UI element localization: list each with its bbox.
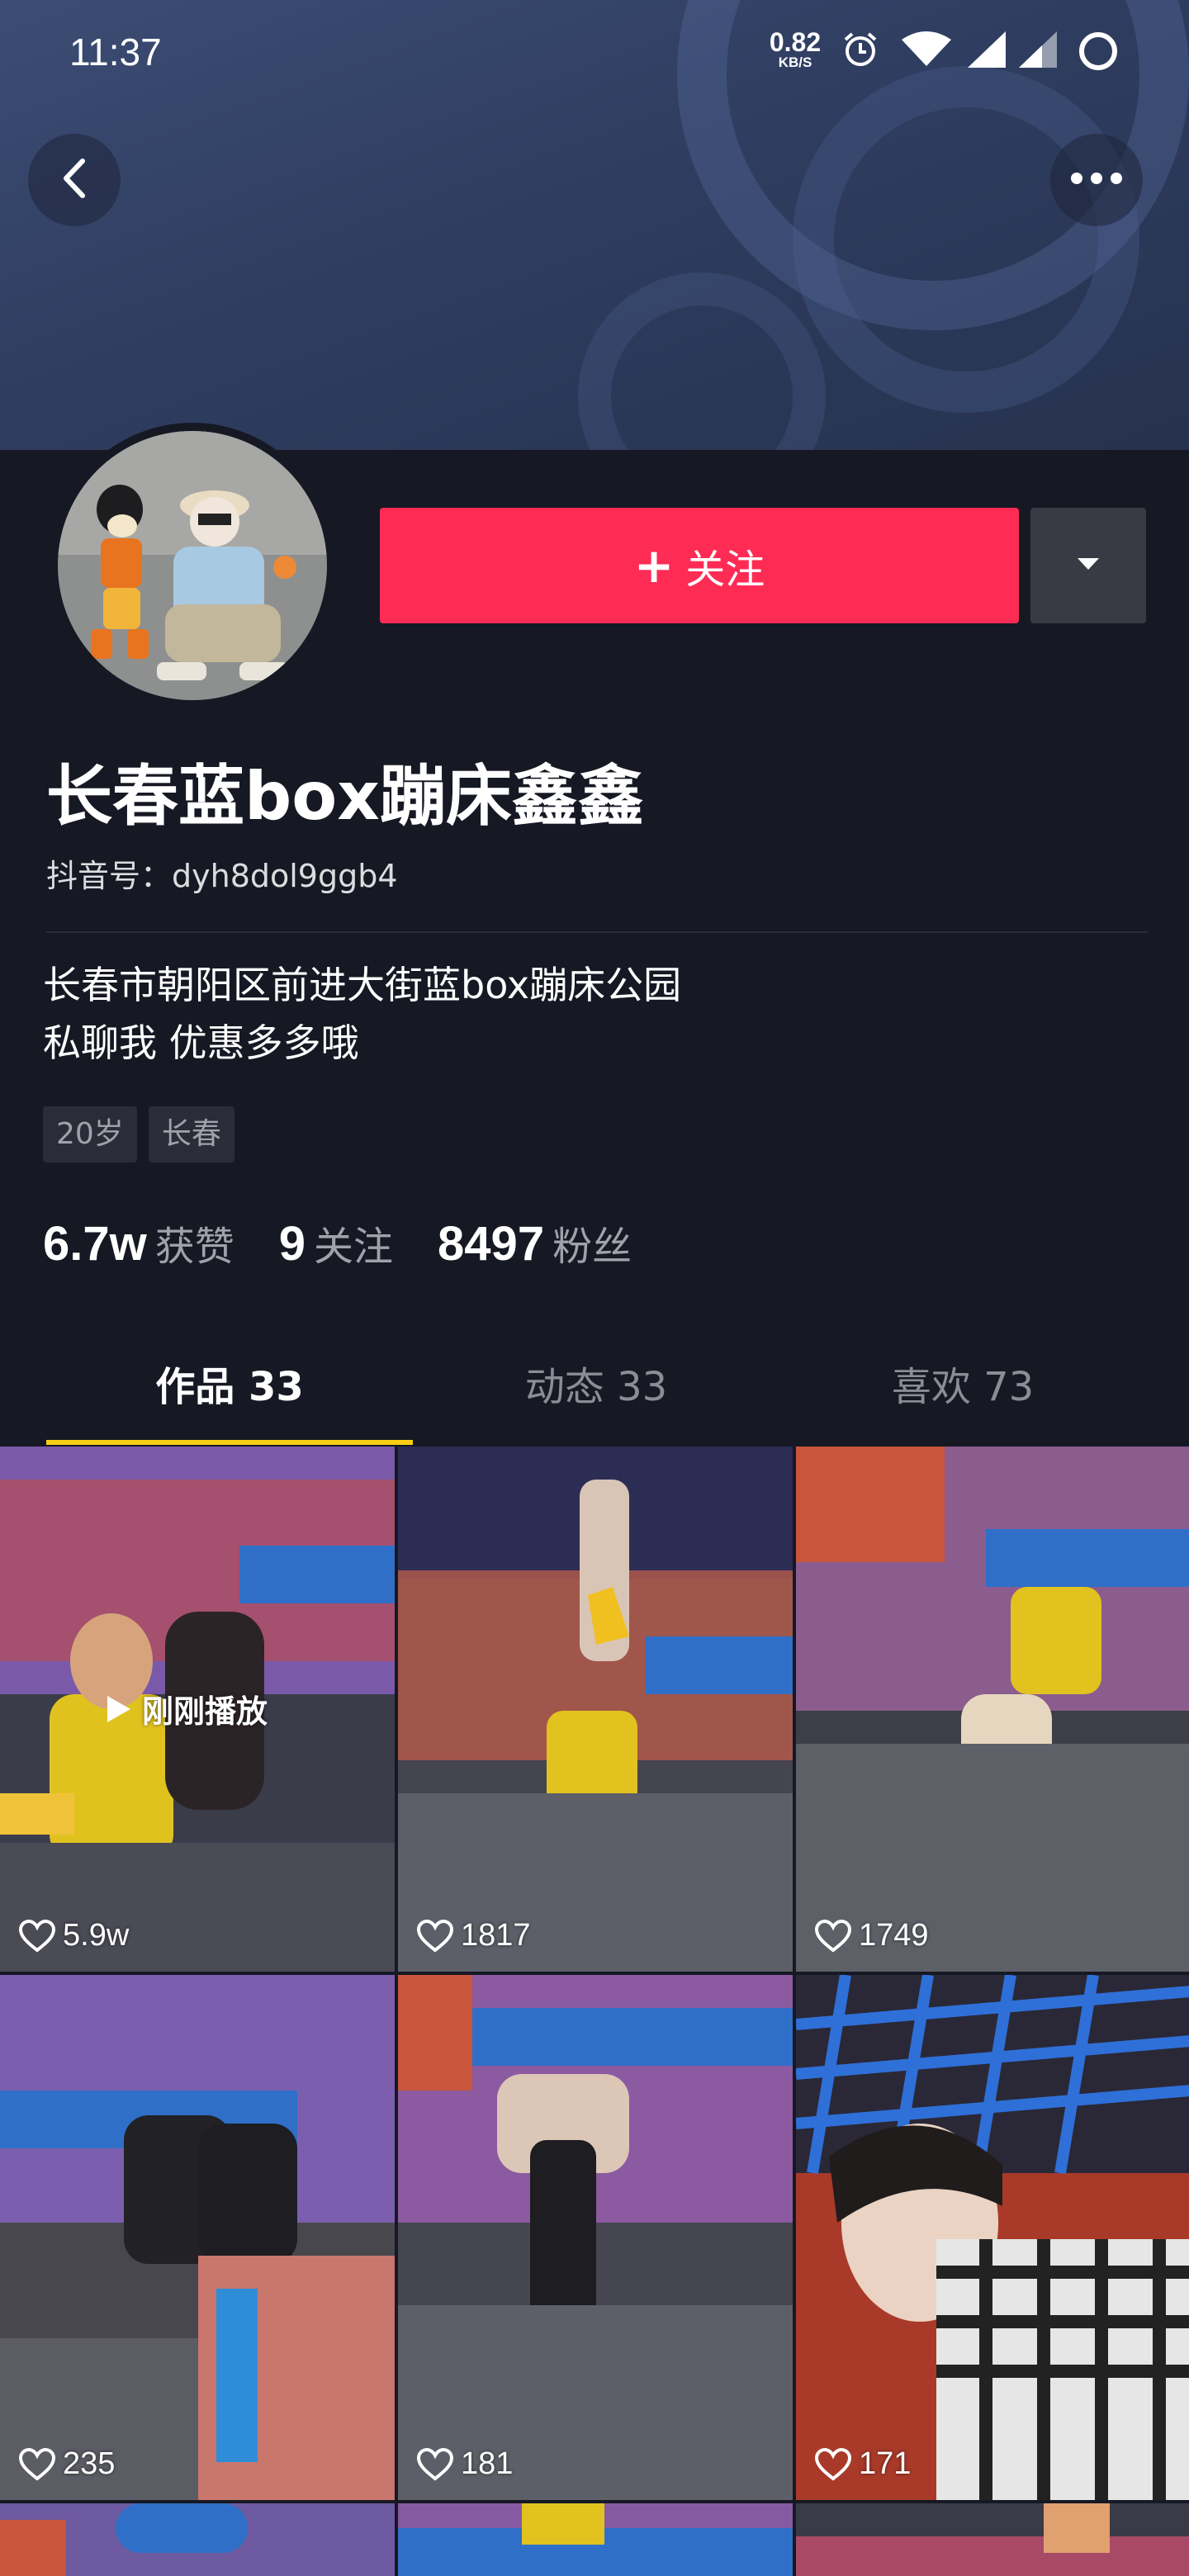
video-thumbnail[interactable] — [796, 2503, 1189, 2576]
video-likes: 235 — [18, 2446, 115, 2482]
video-thumbnail[interactable] — [0, 2503, 395, 2576]
just-played-badge: 刚刚播放 — [107, 1686, 268, 1731]
video-likes: 1749 — [814, 1918, 929, 1953]
likes-count: 6.7w — [43, 1217, 147, 1271]
status-time: 11:37 — [69, 31, 162, 73]
tab-works[interactable]: 作品 33 — [46, 1346, 413, 1445]
divider — [46, 931, 1148, 933]
heart-icon — [18, 2447, 56, 2481]
video-thumbnail[interactable]: 1749 — [796, 1447, 1189, 1972]
wifi-icon — [900, 30, 953, 73]
caret-down-icon — [1076, 556, 1101, 575]
heart-icon — [18, 1919, 56, 1953]
profile-tabs: 作品 33 动态 33 喜欢 73 — [0, 1346, 1189, 1445]
bio-line: 私聊我 优惠多多哦 — [43, 1020, 359, 1065]
douyin-id[interactable]: 抖音号：dyh8dol9ggb4 — [46, 850, 398, 896]
alarm-icon — [841, 30, 880, 73]
tab-posts[interactable]: 动态 33 — [413, 1346, 779, 1445]
heart-icon — [814, 2447, 852, 2481]
more-button[interactable] — [1050, 134, 1143, 226]
likes-label: 获赞 — [154, 1224, 234, 1270]
recommend-dropdown-button[interactable] — [1030, 508, 1146, 623]
video-thumbnail[interactable]: 1817 — [398, 1447, 793, 1972]
net-speed: 0.82 KB/S — [769, 27, 822, 70]
video-thumbnail[interactable]: 181 — [398, 1975, 793, 2500]
follow-label: 关注 — [685, 547, 765, 593]
profile-nickname: 长春蓝box蹦床鑫鑫 — [46, 758, 644, 835]
battery-ring-icon — [1077, 30, 1120, 76]
signal-icon — [966, 30, 1007, 73]
follow-button[interactable]: + 关注 — [380, 508, 1019, 623]
video-thumbnail[interactable]: 235 — [0, 1975, 395, 2500]
profile-tags: 20岁 长春 — [43, 1106, 234, 1163]
signal-icon-2 — [1017, 30, 1059, 73]
video-likes: 171 — [814, 2446, 911, 2482]
heart-icon — [416, 1919, 454, 1953]
more-dots-icon — [1070, 172, 1123, 188]
video-likes: 5.9w — [18, 1918, 129, 1953]
followers-count[interactable]: 8497 — [438, 1216, 544, 1271]
video-thumbnail[interactable] — [398, 2503, 793, 2576]
following-count[interactable]: 9 — [279, 1216, 306, 1271]
following-label[interactable]: 关注 — [314, 1214, 393, 1271]
back-button[interactable] — [28, 134, 121, 226]
tag-age: 20岁 — [43, 1106, 137, 1163]
video-thumbnail[interactable]: 171 — [796, 1975, 1189, 2500]
avatar-image — [58, 431, 327, 700]
profile-bio: 长春市朝阳区前进大街蓝box蹦床公园 私聊我 优惠多多哦 — [43, 956, 681, 1072]
avatar[interactable] — [50, 423, 335, 708]
video-likes: 1817 — [416, 1918, 531, 1953]
status-bar: 11:37 0.82 KB/S — [0, 0, 1189, 99]
heart-icon — [814, 1919, 852, 1953]
tag-city: 长春 — [148, 1106, 234, 1163]
video-thumbnail[interactable]: 刚刚播放 5.9w — [0, 1447, 395, 1972]
video-likes: 181 — [416, 2446, 513, 2482]
profile-stats: 6.7w 获赞 9 关注 8497 粉丝 — [43, 1214, 676, 1271]
followers-label[interactable]: 粉丝 — [552, 1214, 632, 1271]
heart-icon — [416, 2447, 454, 2481]
play-icon — [107, 1695, 130, 1722]
plus-icon: + — [633, 537, 675, 594]
tab-likes[interactable]: 喜欢 73 — [779, 1346, 1146, 1445]
bio-line: 长春市朝阳区前进大街蓝box蹦床公园 — [43, 963, 682, 1007]
chevron-left-icon — [58, 158, 91, 202]
